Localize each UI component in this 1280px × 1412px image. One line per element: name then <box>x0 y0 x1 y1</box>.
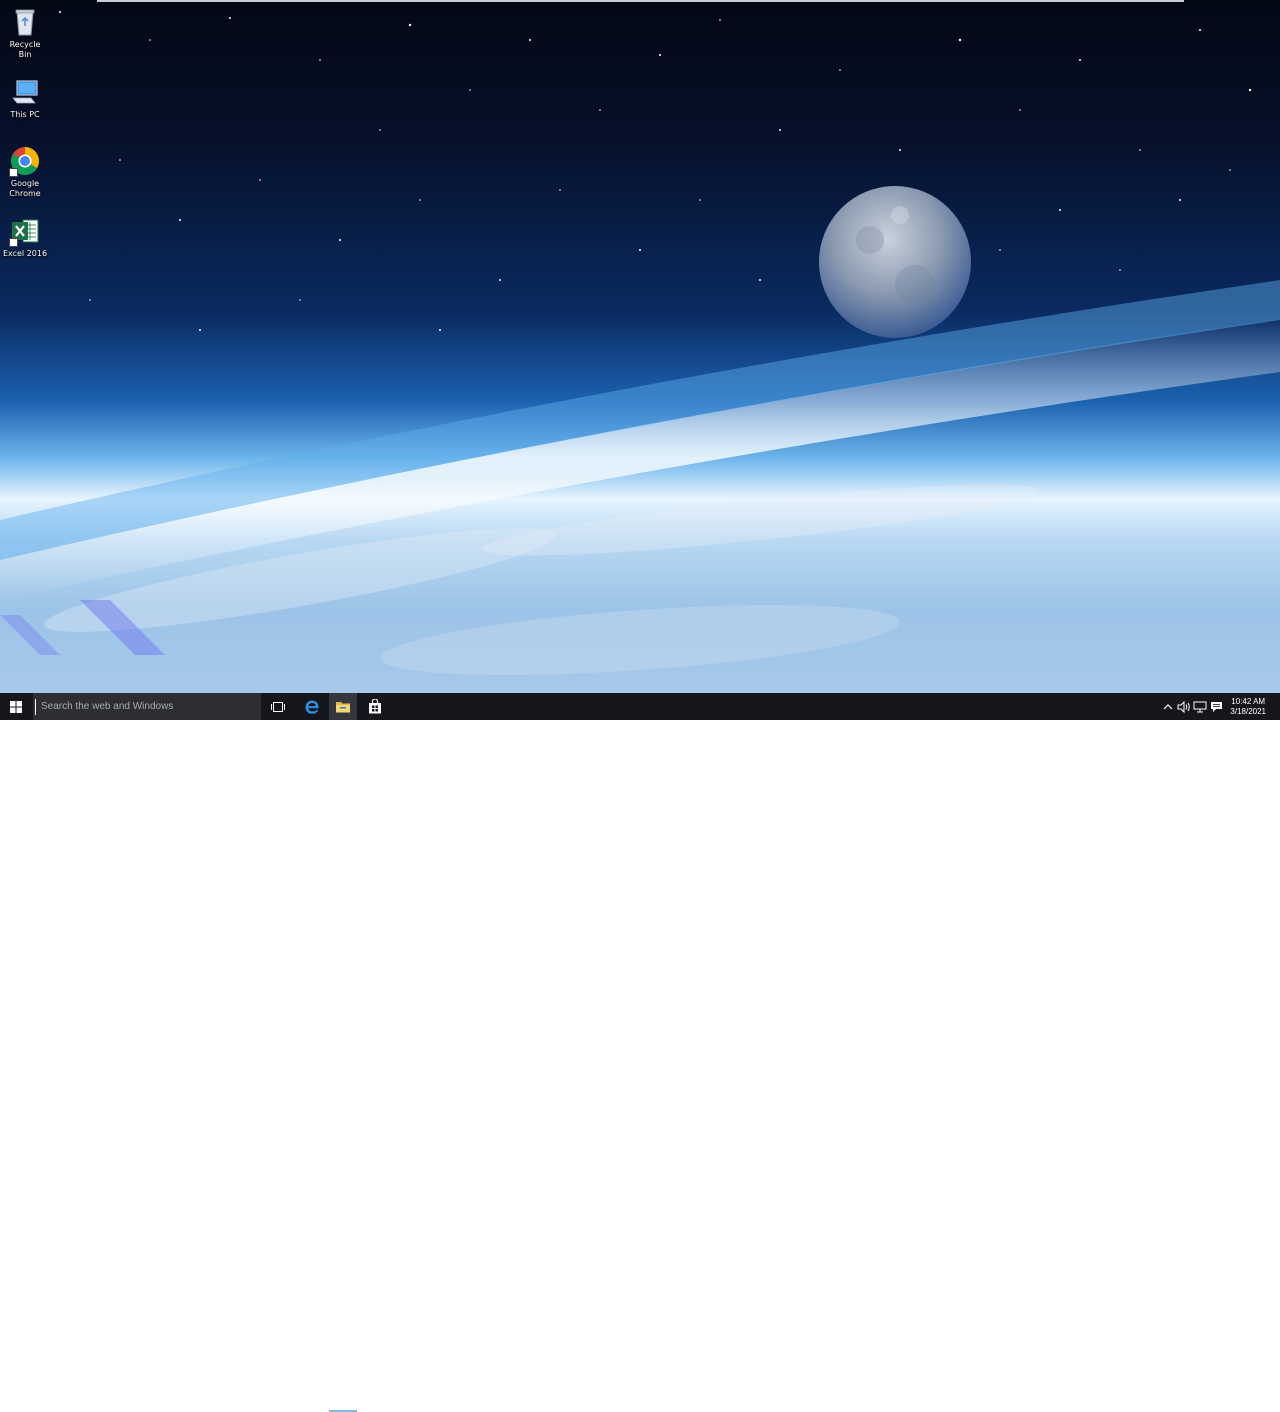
clock-date: 3/18/2021 <box>1230 706 1266 716</box>
system-tray: 10:42 AM 3/18/2021 <box>1160 693 1280 720</box>
taskbar: Search the web and Windows 10:42 AM 3/18… <box>0 693 1280 1412</box>
network-button[interactable] <box>1192 693 1208 720</box>
file-explorer-button[interactable] <box>329 693 357 720</box>
desktop-icon-excel-2016[interactable]: Excel 2016 <box>2 215 48 259</box>
task-view-button[interactable] <box>264 693 292 720</box>
edge-icon <box>305 700 319 714</box>
desktop-icon-this-pc[interactable]: This PC <box>2 76 48 120</box>
desktop-icon-label: Google Chrome <box>9 179 41 198</box>
store-button[interactable] <box>361 693 389 720</box>
desktop-icon-google-chrome[interactable]: Google Chrome <box>2 145 48 199</box>
action-center-icon <box>1210 701 1222 712</box>
desktop-icon-label: Recycle Bin <box>9 40 41 59</box>
text-caret <box>35 698 36 715</box>
volume-button[interactable] <box>1176 693 1192 720</box>
shortcut-arrow-icon <box>9 238 18 247</box>
network-icon <box>1193 701 1207 712</box>
desktop-icon-label: This PC <box>10 110 40 119</box>
store-bag-icon <box>369 699 381 714</box>
recycle-bin-icon <box>9 6 41 38</box>
excel-icon <box>9 215 41 247</box>
space-wallpaper <box>0 11 1280 675</box>
folder-icon <box>336 701 350 712</box>
desktop[interactable]: Recycle Bin This PC Google Chrome Excel … <box>0 0 1280 693</box>
action-center-button[interactable] <box>1208 693 1224 720</box>
clock-time: 10:42 AM <box>1231 696 1266 706</box>
shortcut-arrow-icon <box>9 168 18 177</box>
show-hidden-icons-button[interactable] <box>1160 693 1176 720</box>
clock[interactable]: 10:42 AM 3/18/2021 <box>1230 697 1266 717</box>
chrome-icon <box>9 145 41 177</box>
edge-button[interactable] <box>298 693 326 720</box>
start-button[interactable] <box>0 693 32 720</box>
volume-icon <box>1177 700 1191 713</box>
task-view-icon <box>271 701 285 712</box>
chevron-up-icon <box>1163 703 1173 709</box>
desktop-icon-label: Excel 2016 <box>2 249 48 258</box>
search-box[interactable]: Search the web and Windows <box>33 693 261 720</box>
desktop-icon-recycle-bin[interactable]: Recycle Bin <box>2 6 48 60</box>
search-placeholder: Search the web and Windows <box>41 701 174 712</box>
computer-icon <box>9 76 41 108</box>
windows-logo-icon <box>10 700 22 713</box>
window-edge-line <box>97 0 1184 2</box>
